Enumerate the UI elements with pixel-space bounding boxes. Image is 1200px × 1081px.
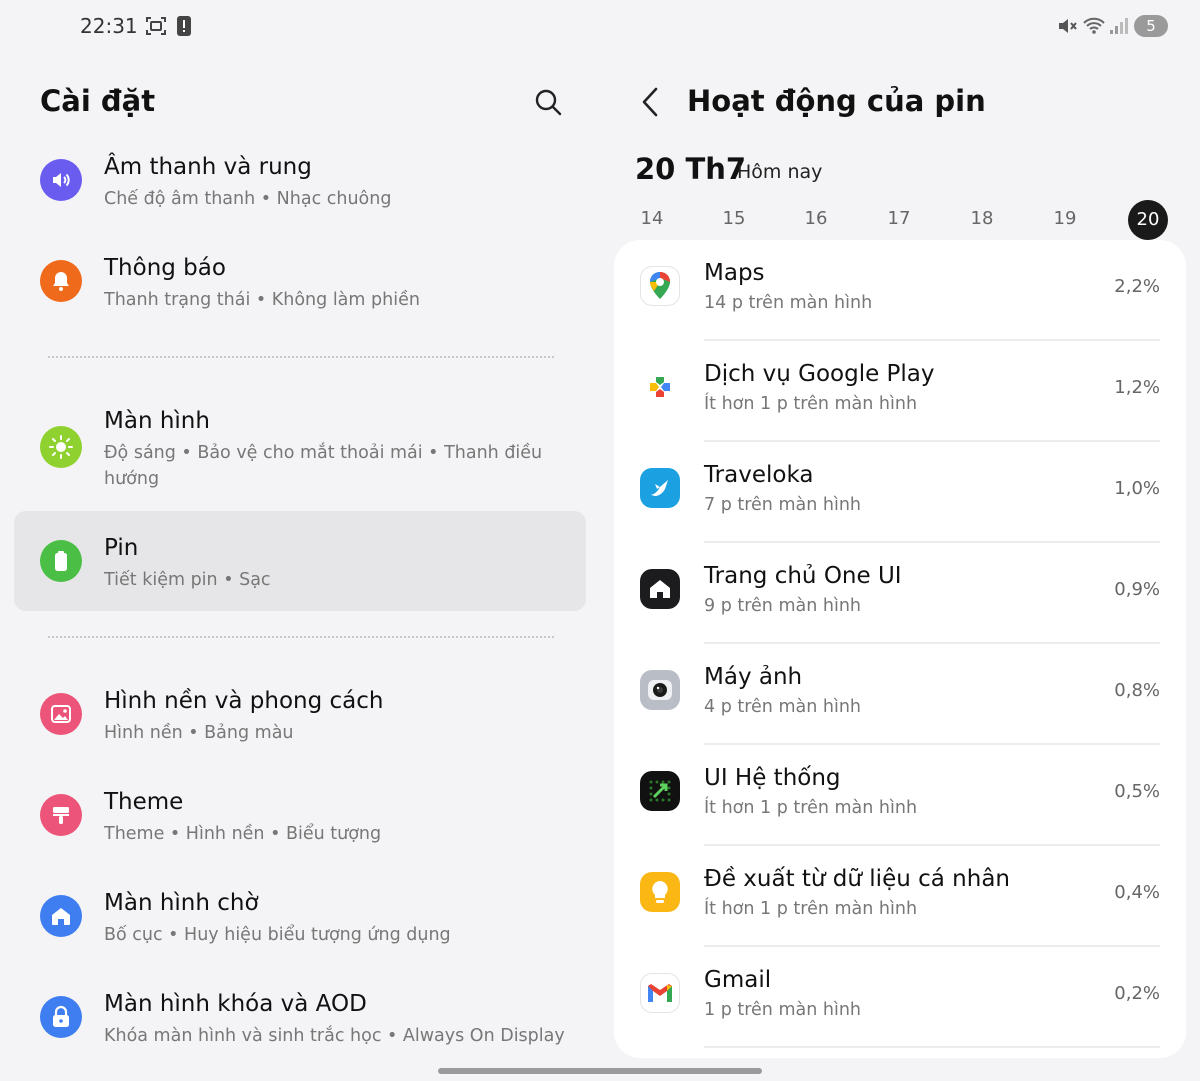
app-battery-percent: 1,2% [1114, 377, 1160, 398]
settings-item-subtitle: Tiết kiệm pin • Sạc [104, 570, 271, 590]
settings-title: Cài đặt [40, 84, 156, 118]
settings-item-display[interactable]: Màn hình Độ sáng • Bảo vệ cho mắt thoải … [14, 400, 586, 506]
settings-item-subtitle: Theme • Hình nền • Biểu tượng [104, 824, 382, 844]
section-divider [48, 636, 554, 638]
app-battery-percent: 0,8% [1114, 680, 1160, 701]
settings-item-title: Màn hình chờ [104, 890, 259, 916]
settings-item-title: Hình nền và phong cách [104, 688, 384, 714]
lock-icon [40, 996, 82, 1038]
battery-usage-title: Hoạt động của pin [687, 84, 986, 118]
settings-item-title: Pin [104, 535, 139, 561]
app-battery-percent: 1,0% [1114, 478, 1160, 499]
screenshot-icon [146, 17, 166, 35]
day-selector-14[interactable]: 14 [632, 208, 672, 229]
theme-brush-icon [40, 794, 82, 836]
mute-icon [1059, 19, 1077, 33]
day-selector-19[interactable]: 19 [1045, 208, 1085, 229]
app-usage-row-gmail[interactable]: Gmail 1 p trên màn hình 0,2% [614, 947, 1186, 1048]
app-screen-time: 7 p trên màn hình [704, 495, 862, 515]
app-screen-time: Ít hơn 1 p trên màn hình [704, 394, 918, 414]
settings-item-title: Thông báo [104, 255, 226, 281]
settings-item-title: Âm thanh và rung [104, 154, 312, 180]
day-selector-16[interactable]: 16 [796, 208, 836, 229]
camera-icon [640, 670, 680, 710]
home-screen-icon [40, 895, 82, 937]
app-name: UI Hệ thống [704, 765, 841, 791]
day-selector-17[interactable]: 17 [879, 208, 919, 229]
app-name: Maps [704, 260, 765, 286]
app-usage-row-camera[interactable]: Máy ảnh 4 p trên màn hình 0,8% [614, 644, 1186, 745]
day-selector-15[interactable]: 15 [714, 208, 754, 229]
battery-icon [40, 540, 82, 582]
settings-item-title: Theme [104, 789, 184, 815]
signal-icon [1110, 18, 1128, 34]
app-name: Dịch vụ Google Play [704, 361, 935, 387]
gmail-icon [640, 973, 680, 1013]
app-name: Traveloka [704, 462, 814, 488]
day-selector-18[interactable]: 18 [962, 208, 1002, 229]
settings-item-sound[interactable]: Âm thanh và rung Chế độ âm thanh • Nhạc … [14, 146, 586, 242]
sound-icon [40, 159, 82, 201]
settings-item-title: Màn hình khóa và AOD [104, 991, 367, 1017]
alert-icon [177, 16, 191, 36]
settings-item-home-screen[interactable]: Màn hình chờ Bố cục • Huy hiệu biểu tượn… [14, 882, 586, 978]
app-usage-row-personal-suggestions[interactable]: Đề xuất từ dữ liệu cá nhân Ít hơn 1 p tr… [614, 846, 1186, 947]
wifi-icon [1083, 17, 1105, 34]
settings-item-subtitle: Chế độ âm thanh • Nhạc chuông [104, 189, 392, 209]
app-usage-row-maps[interactable]: Maps 14 p trên màn hình 2,2% [614, 240, 1186, 341]
app-usage-row-system-ui[interactable]: UI Hệ thống Ít hơn 1 p trên màn hình 0,5… [614, 745, 1186, 846]
settings-item-theme[interactable]: Theme Theme • Hình nền • Biểu tượng [14, 781, 586, 877]
app-battery-percent: 0,9% [1114, 579, 1160, 600]
app-battery-percent: 0,5% [1114, 781, 1160, 802]
selected-date-label: Hôm nay [737, 161, 823, 183]
app-battery-percent: 0,2% [1114, 983, 1160, 1004]
system-ui-icon [640, 771, 680, 811]
app-usage-row-traveloka[interactable]: Traveloka 7 p trên màn hình 1,0% [614, 442, 1186, 543]
one-ui-home-icon [640, 569, 680, 609]
app-name: Đề xuất từ dữ liệu cá nhân [704, 866, 1010, 892]
home-indicator-bar[interactable] [438, 1068, 762, 1074]
google-play-services-icon [640, 367, 680, 407]
bell-icon [40, 260, 82, 302]
search-icon[interactable] [530, 84, 566, 120]
app-battery-percent: 2,2% [1114, 276, 1160, 297]
suggestions-bulb-icon [640, 872, 680, 912]
app-screen-time: 4 p trên màn hình [704, 697, 862, 717]
app-name: Trang chủ One UI [704, 563, 902, 589]
settings-item-subtitle: Độ sáng • Bảo vệ cho mắt thoải mái • Tha… [104, 443, 543, 489]
row-separator [704, 1046, 1160, 1048]
app-usage-list: Maps 14 p trên màn hình 2,2% Dịch vụ Goo… [614, 240, 1186, 1058]
settings-item-subtitle: Thanh trạng thái • Không làm phiền [104, 290, 420, 310]
app-screen-time: 14 p trên màn hình [704, 293, 873, 313]
settings-item-subtitle: Khóa màn hình và sinh trắc học • Always … [104, 1026, 565, 1046]
maps-icon [640, 266, 680, 306]
selected-date: 20 Th7 [635, 152, 747, 186]
app-usage-row-google-play-services[interactable]: Dịch vụ Google Play Ít hơn 1 p trên màn … [614, 341, 1186, 442]
day-selector-20[interactable]: 20 [1128, 200, 1168, 240]
app-screen-time: 9 p trên màn hình [704, 596, 862, 616]
app-name: Máy ảnh [704, 664, 803, 690]
app-screen-time: Ít hơn 1 p trên màn hình [704, 798, 918, 818]
app-battery-percent: 0,4% [1114, 882, 1160, 903]
settings-item-wallpaper[interactable]: Hình nền và phong cách Hình nền • Bảng m… [14, 680, 586, 776]
back-arrow-icon[interactable] [636, 84, 666, 120]
settings-item-notifications[interactable]: Thông báo Thanh trạng thái • Không làm p… [14, 247, 586, 343]
notification-count-badge: 5 [1134, 15, 1168, 37]
traveloka-icon [640, 468, 680, 508]
settings-item-subtitle: Hình nền • Bảng màu [104, 723, 294, 743]
app-screen-time: 1 p trên màn hình [704, 1000, 862, 1020]
settings-item-subtitle: Bố cục • Huy hiệu biểu tượng ứng dụng [104, 925, 451, 945]
brightness-icon [40, 426, 82, 468]
app-screen-time: Ít hơn 1 p trên màn hình [704, 899, 918, 919]
app-name: Gmail [704, 967, 772, 993]
status-bar: 22:31 5 [0, 0, 1200, 52]
settings-item-title: Màn hình [104, 408, 210, 434]
settings-item-lock-screen[interactable]: Màn hình khóa và AOD Khóa màn hình và si… [14, 983, 586, 1069]
status-time: 22:31 [80, 14, 138, 38]
wallpaper-icon [40, 693, 82, 735]
settings-item-battery[interactable]: Pin Tiết kiệm pin • Sạc [14, 511, 586, 611]
app-usage-row-one-ui-home[interactable]: Trang chủ One UI 9 p trên màn hình 0,9% [614, 543, 1186, 644]
section-divider [48, 356, 554, 358]
